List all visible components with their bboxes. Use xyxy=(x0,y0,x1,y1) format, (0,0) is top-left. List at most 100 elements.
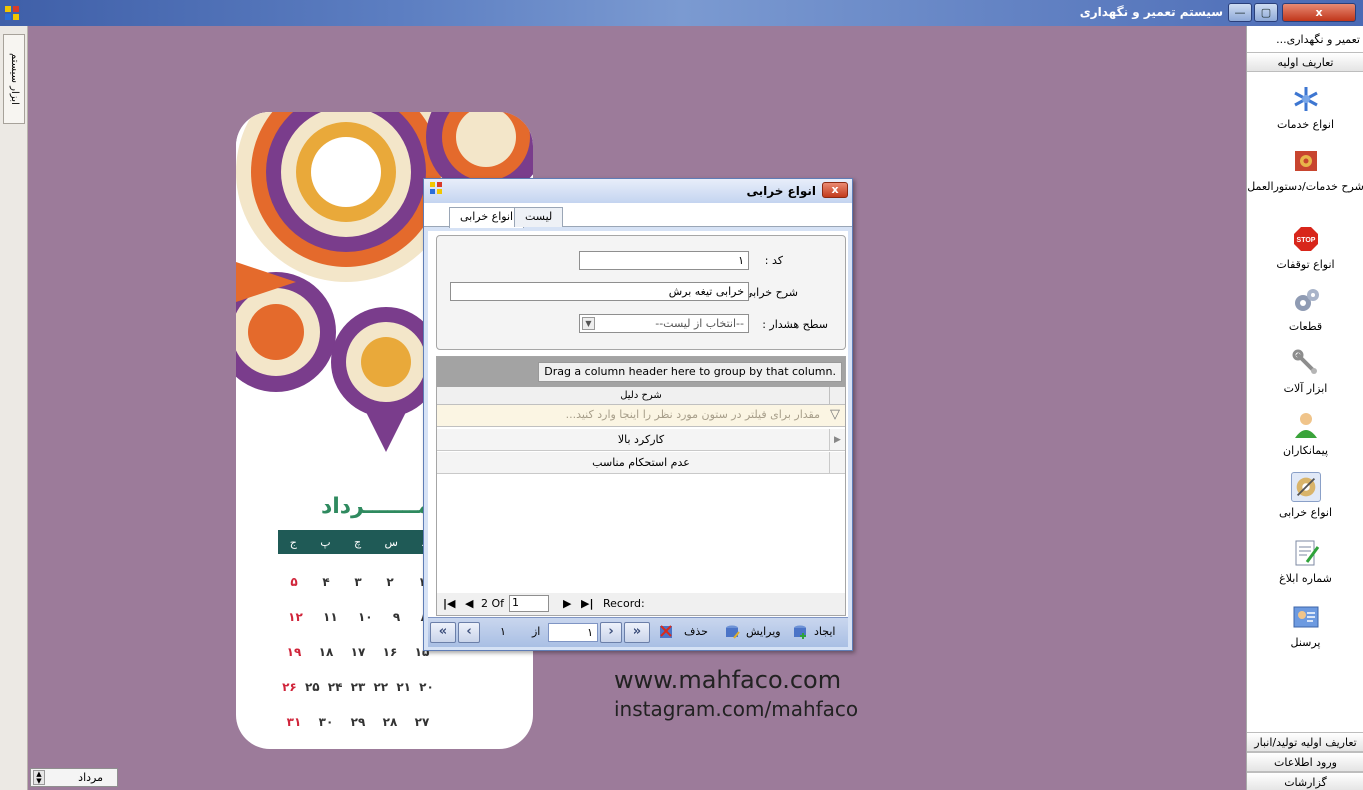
weekday: س xyxy=(384,535,398,549)
sidebar-item-personnel[interactable]: پرسنل xyxy=(1247,602,1363,649)
calendar-day: ۲۰ xyxy=(419,679,434,694)
weekday: چ xyxy=(353,535,362,549)
chevron-down-icon[interactable]: ▼ xyxy=(582,317,595,330)
gear-box-icon xyxy=(1294,151,1317,171)
filter-input[interactable]: مقدار برای فیلتر در ستون مورد نظر را این… xyxy=(440,408,820,421)
sidebar-group-production-definitions[interactable]: تعاریف اولیه تولید/انبار xyxy=(1247,732,1363,752)
last-page-button[interactable]: » xyxy=(624,622,650,643)
sidebar-item-notice-number[interactable]: شماره ابلاغ xyxy=(1247,538,1363,585)
alert-level-value: --انتخاب از لیست-- xyxy=(655,317,744,330)
record-label: Record: xyxy=(603,597,645,610)
main-title-bar: سیستم تعمیر و نگهداری — ▢ x xyxy=(0,0,1363,26)
sidebar-item-service-types[interactable]: انواع خدمات xyxy=(1247,84,1363,131)
filter-funnel-icon[interactable]: ▽ xyxy=(827,407,843,424)
sidebar-item-tools[interactable]: ابزار آلات xyxy=(1247,348,1363,395)
group-by-hint: Drag a column header here to group by th… xyxy=(538,362,842,382)
dialog-close-button[interactable]: x xyxy=(822,182,848,198)
month-spinner[interactable]: ▲ ▼ مرداد xyxy=(30,768,118,787)
next-page-button[interactable]: › xyxy=(600,622,622,643)
calendar-day: ۲۲ xyxy=(373,679,389,694)
watermark-instagram: instagram.com/mahfaco xyxy=(614,697,859,721)
calendar-week-row: ۳۱ ۳۰ ۲۹ ۲۸ ۲۷ xyxy=(278,704,438,739)
dialog-app-icon xyxy=(430,182,442,194)
table-row[interactable]: عدم استحکام مناسب xyxy=(437,452,845,474)
record-current-input[interactable]: 1 xyxy=(509,595,549,612)
calendar-day: ۱۷ xyxy=(350,644,366,659)
code-field[interactable]: ۱ xyxy=(579,251,749,270)
column-header-label: شرح دلیل xyxy=(620,390,662,401)
page-of-label: از xyxy=(532,625,541,638)
calendar-day: ۲۶ xyxy=(282,679,297,694)
calendar-week-row: ۲۶ ۲۵ ۲۴ ۲۳ ۲۲ ۲۱ ۲۰ xyxy=(278,669,438,704)
dialog-tabs: انواع خرابی لیست xyxy=(424,203,852,228)
left-tool-strip: ابزار سیستم xyxy=(0,26,28,790)
column-header-reason[interactable]: شرح دلیل xyxy=(437,387,845,405)
asterisk-icon xyxy=(1293,87,1318,111)
edit-icon[interactable] xyxy=(724,624,740,640)
sidebar-item-label: پیمانکاران xyxy=(1282,444,1329,457)
app-icon xyxy=(5,6,19,20)
edit-button[interactable]: ویرایش xyxy=(746,625,781,638)
description-field[interactable]: خرابی تیغه برش xyxy=(450,282,749,301)
right-sidebar: تعمیر و نگهداری... تعاریف اولیه انواع خد… xyxy=(1246,26,1363,790)
prev-record-icon[interactable]: ◀ xyxy=(465,597,473,610)
alert-level-select[interactable]: ▼ --انتخاب از لیست-- xyxy=(579,314,749,333)
table-row[interactable]: کارکرد بالا ▶ xyxy=(437,429,845,451)
calendar-day: ۱۸ xyxy=(318,644,334,659)
delete-icon[interactable] xyxy=(658,624,674,640)
sidebar-group-reports[interactable]: گزارشات xyxy=(1247,772,1363,790)
wrench-icon xyxy=(1292,349,1317,374)
system-tools-tab[interactable]: ابزار سیستم xyxy=(3,34,25,124)
sidebar-item-label: قطعات xyxy=(1288,320,1323,333)
close-button[interactable]: x xyxy=(1282,3,1356,22)
first-record-icon[interactable]: |◀ xyxy=(443,597,455,610)
group-by-panel: Drag a column header here to group by th… xyxy=(437,357,845,387)
first-page-button[interactable]: « xyxy=(430,622,456,643)
calendar-day: ۲۸ xyxy=(382,714,398,729)
dialog-title: انواع خرابی xyxy=(746,184,816,198)
calendar-day: ۱۲ xyxy=(288,609,303,624)
calendar-day: ۵ xyxy=(290,574,298,589)
sidebar-group-data-entry[interactable]: ورود اطلاعات xyxy=(1247,752,1363,772)
spinner-arrows-icon[interactable]: ▲ ▼ xyxy=(33,770,45,785)
calendar-day: ۲۱ xyxy=(396,679,411,694)
minimize-button[interactable]: — xyxy=(1228,3,1252,22)
person-icon xyxy=(1294,413,1317,438)
calendar-day: ۳ xyxy=(354,574,362,589)
sidebar-item-stop-types[interactable]: STOP انواع توقفات xyxy=(1247,224,1363,271)
page-input[interactable]: ۱ xyxy=(548,623,598,642)
sidebar-item-service-description[interactable]: شرح خدمات/دستورالعمل xyxy=(1247,146,1363,193)
sidebar-item-label: ابزار آلات xyxy=(1283,382,1328,395)
create-button[interactable]: ایجاد xyxy=(814,625,835,638)
dialog-title-bar: انواع خرابی x xyxy=(424,179,852,203)
sidebar-header[interactable]: تعمیر و نگهداری... xyxy=(1247,30,1363,50)
weekday: پ xyxy=(320,535,331,549)
tab-failure-types[interactable]: انواع خرابی xyxy=(449,207,525,228)
prev-page-button[interactable]: ‹ xyxy=(458,622,480,643)
stop-sign-icon: STOP xyxy=(1293,227,1318,251)
calendar-day: ۲ xyxy=(386,574,394,589)
calendar-day: ۲۹ xyxy=(350,714,366,729)
sidebar-item-failure-types[interactable]: انواع خرابی xyxy=(1247,472,1363,519)
sidebar-item-parts[interactable]: قطعات xyxy=(1247,286,1363,333)
delete-button[interactable]: حذف xyxy=(684,625,708,638)
record-navigator: |◀ ◀ 2 Of 1 ▶ ▶| Record: xyxy=(437,593,845,615)
page-total: ۱ xyxy=(500,625,506,638)
alert-level-label: سطح هشدار : xyxy=(762,318,828,331)
calendar-day: ۲۵ xyxy=(304,679,320,694)
tab-list[interactable]: لیست xyxy=(514,207,564,227)
next-record-icon[interactable]: ▶ xyxy=(563,597,571,610)
create-icon[interactable] xyxy=(792,624,808,640)
code-label: کد : xyxy=(764,254,783,267)
broken-gear-icon xyxy=(1290,472,1321,502)
window-title: سیستم تعمیر و نگهداری xyxy=(1079,5,1223,19)
last-record-icon[interactable]: ▶| xyxy=(581,597,593,610)
calendar-day: ۲۴ xyxy=(327,679,343,694)
calendar-days-grid: ۵ ۴ ۳ ۲ ۱ ۱۲ ۱۱ ۱۰ ۹ ۸ ۱۹ ۱۸ ۱۷ ۱۶ ۱۵ xyxy=(278,564,438,739)
sidebar-item-contractors[interactable]: پیمانکاران xyxy=(1247,410,1363,457)
sidebar-group-basic-definitions[interactable]: تعاریف اولیه xyxy=(1247,52,1363,72)
sidebar-item-label: انواع توقفات xyxy=(1276,258,1335,271)
calendar-day: ۲۷ xyxy=(414,714,430,729)
filter-row[interactable]: مقدار برای فیلتر در ستون مورد نظر را این… xyxy=(437,405,845,427)
maximize-button[interactable]: ▢ xyxy=(1254,3,1278,22)
